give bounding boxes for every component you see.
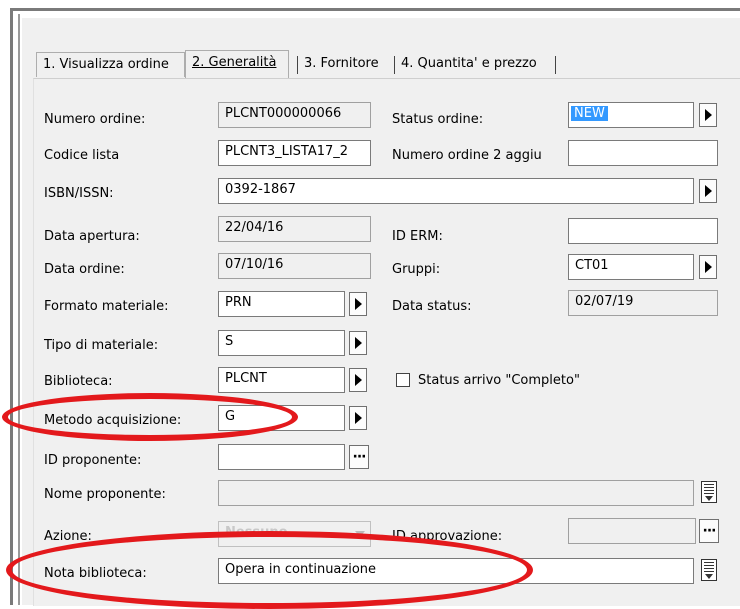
isbn-select-button[interactable] [699,179,717,203]
arrow-right-icon [354,412,362,424]
id-proponente-lookup-button[interactable]: ··· [349,445,369,469]
data-ordine-field: 07/10/16 [218,253,371,279]
formato-materiale-label: Formato materiale: [44,299,169,314]
status-ordine-field[interactable]: NEW [568,102,694,128]
arrow-right-icon [704,185,712,197]
highlight-ellipse-metodo-acquisizione [2,393,298,441]
formato-materiale-select-button[interactable] [349,292,367,316]
id-proponente-label: ID proponente: [44,453,142,468]
note-editor-icon[interactable] [701,559,717,581]
formato-materiale-field[interactable]: PRN [218,291,345,317]
metodo-acquisizione-select-button[interactable] [349,406,367,430]
codice-lista-field[interactable]: PLCNT3_LISTA17_2 [218,140,371,166]
biblioteca-label: Biblioteca: [44,374,113,389]
data-ordine-label: Data ordine: [44,262,125,277]
status-ordine-select-button[interactable] [699,103,717,127]
gruppi-label: Gruppi: [392,262,441,277]
id-proponente-field[interactable] [218,444,345,470]
tipo-materiale-label: Tipo di materiale: [44,338,159,353]
tab-separator [555,56,556,74]
numero-ordine-2-label: Numero ordine 2 aggiu [392,148,542,163]
nome-proponente-field [218,480,694,506]
tab-generalita[interactable]: 2. Generalità [185,50,289,78]
numero-ordine-2-field[interactable] [568,140,718,166]
arrow-right-icon [704,109,712,121]
id-erm-label: ID ERM: [392,229,443,244]
tipo-materiale-select-button[interactable] [349,331,367,355]
id-erm-field[interactable] [568,218,718,244]
id-approvazione-field [568,518,696,544]
status-arrivo-label: Status arrivo "Completo" [418,373,580,388]
ellipsis-icon: ··· [702,523,717,539]
arrow-right-icon [354,374,362,386]
panel-border-left [18,14,20,605]
window-border-top [10,8,740,11]
codice-lista-label: Codice lista [44,148,120,163]
ellipsis-icon: ··· [352,449,367,465]
tipo-materiale-field[interactable]: S [218,330,345,356]
arrow-right-icon [354,337,362,349]
arrow-right-icon [354,298,362,310]
tab-quantita-prezzo[interactable]: 4. Quantita' e prezzo [395,52,557,76]
tab-visualizza-ordine[interactable]: 1. Visualizza ordine [36,52,185,77]
biblioteca-field[interactable]: PLCNT [218,367,345,393]
arrow-right-icon [704,261,712,273]
isbn-label: ISBN/ISSN: [44,186,114,201]
highlight-ellipse-nota-biblioteca [6,531,533,609]
id-approvazione-lookup-button[interactable]: ··· [699,519,719,543]
nome-proponente-label: Nome proponente: [44,487,166,502]
gruppi-field[interactable]: CT01 [568,254,694,280]
note-editor-icon[interactable] [701,481,717,503]
tab-fornitore[interactable]: 3. Fornitore [298,52,390,76]
status-arrivo-checkbox[interactable] [396,373,410,387]
status-ordine-label: Status ordine: [392,112,484,127]
data-apertura-label: Data apertura: [44,229,140,244]
isbn-field[interactable]: 0392-1867 [218,178,694,204]
window-border-left [10,8,13,605]
numero-ordine-label: Numero ordine: [44,112,146,127]
numero-ordine-field: PLCNT000000066 [218,102,371,128]
biblioteca-select-button[interactable] [349,368,367,392]
gruppi-select-button[interactable] [699,255,717,279]
data-apertura-field: 22/04/16 [218,216,371,242]
data-status-label: Data status: [392,299,472,314]
data-status-field: 02/07/19 [568,290,718,316]
